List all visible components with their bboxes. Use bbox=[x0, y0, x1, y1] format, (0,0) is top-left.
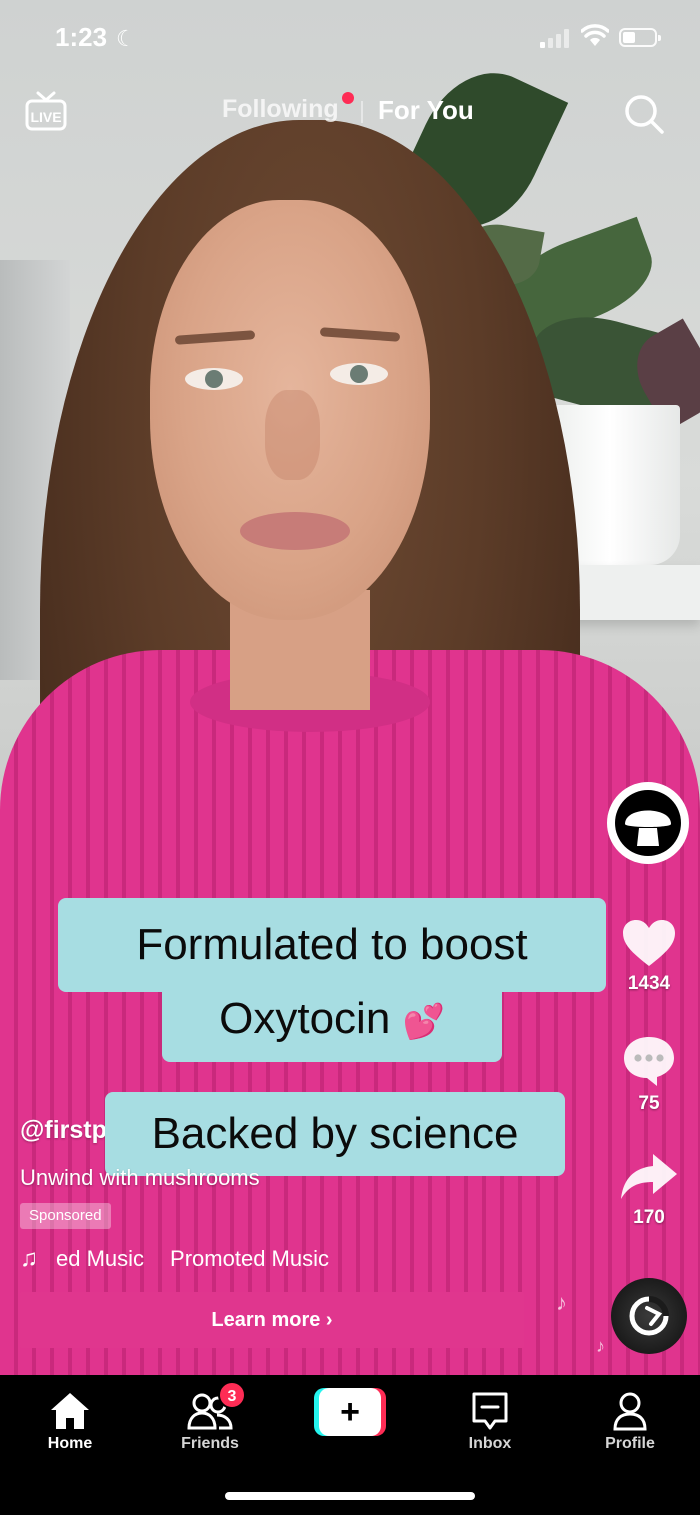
eye bbox=[330, 363, 388, 385]
signal-icon bbox=[540, 28, 569, 48]
wifi-icon bbox=[581, 24, 609, 46]
home-icon bbox=[51, 1393, 89, 1429]
nose bbox=[265, 390, 320, 480]
nav-profile[interactable]: Profile bbox=[580, 1387, 680, 1453]
friends-badge: 3 bbox=[218, 1381, 246, 1409]
learn-more-button[interactable]: Learn more › bbox=[20, 1292, 524, 1348]
music-ticker[interactable]: ♫ ed Music Promoted Music bbox=[20, 1245, 329, 1273]
profile-icon bbox=[613, 1392, 647, 1431]
nav-profile-label: Profile bbox=[605, 1435, 655, 1452]
share-icon bbox=[621, 1154, 677, 1199]
sound-logo-icon bbox=[629, 1296, 669, 1336]
tab-divider bbox=[361, 101, 363, 123]
music-note-icon: ♪ bbox=[556, 1290, 567, 1315]
tab-following[interactable]: Following bbox=[222, 95, 339, 124]
home-indicator[interactable] bbox=[225, 1492, 475, 1500]
comment-button[interactable]: 75 bbox=[609, 1034, 689, 1115]
music-title: Promoted Music bbox=[170, 1246, 329, 1271]
like-button[interactable]: 1434 bbox=[609, 918, 689, 995]
tiktok-screen: 1:23 ☾ LIVE Following For You Formulated… bbox=[0, 0, 700, 1515]
comment-count: 75 bbox=[638, 1093, 660, 1114]
comment-icon bbox=[624, 1037, 674, 1086]
share-count: 170 bbox=[633, 1207, 665, 1228]
battery-icon bbox=[619, 28, 661, 47]
nav-inbox[interactable]: Inbox bbox=[440, 1387, 540, 1453]
nav-home[interactable]: Home bbox=[20, 1387, 120, 1453]
lips bbox=[240, 512, 350, 550]
post-description: Unwind with mushrooms bbox=[20, 1165, 260, 1190]
like-count: 1434 bbox=[627, 973, 671, 994]
eye bbox=[185, 368, 243, 390]
following-notification-dot bbox=[342, 92, 354, 104]
music-note-icon: ♫ bbox=[20, 1245, 38, 1272]
music-title-scroll: ed Music bbox=[56, 1246, 145, 1271]
caption-line-2: Oxytocin 💕 bbox=[162, 988, 502, 1062]
moon-icon: ☾ bbox=[116, 26, 136, 51]
creator-avatar[interactable] bbox=[607, 782, 689, 864]
plus-icon: + bbox=[319, 1388, 381, 1436]
two-hearts-emoji: 💕 bbox=[402, 1003, 445, 1041]
nav-inbox-label: Inbox bbox=[468, 1435, 512, 1452]
mushroom-logo-icon bbox=[615, 790, 681, 856]
share-button[interactable]: 170 bbox=[609, 1152, 689, 1229]
status-time: 1:23 bbox=[55, 22, 108, 52]
music-disc-icon[interactable] bbox=[611, 1278, 687, 1354]
music-note-icon: ♪ bbox=[596, 1336, 605, 1356]
search-icon[interactable] bbox=[622, 92, 666, 136]
nav-friends-label: Friends bbox=[181, 1435, 239, 1452]
battery-level bbox=[623, 32, 635, 43]
caption-line-2-text: Oxytocin bbox=[219, 994, 391, 1043]
create-button[interactable]: + bbox=[314, 1388, 386, 1436]
nav-friends[interactable]: 3 Friends bbox=[160, 1381, 260, 1453]
feed-tabs: Following For You bbox=[0, 92, 700, 135]
nav-home-label: Home bbox=[47, 1435, 93, 1452]
inbox-icon bbox=[472, 1392, 508, 1430]
status-bar: 1:23 ☾ bbox=[0, 0, 700, 80]
sponsored-badge: Sponsored bbox=[20, 1203, 111, 1229]
caption-line-3: Backed by science bbox=[105, 1092, 565, 1176]
heart-icon bbox=[623, 920, 675, 966]
caption-line-1: Formulated to boost bbox=[58, 898, 606, 992]
tab-for-you[interactable]: For You bbox=[378, 95, 474, 126]
